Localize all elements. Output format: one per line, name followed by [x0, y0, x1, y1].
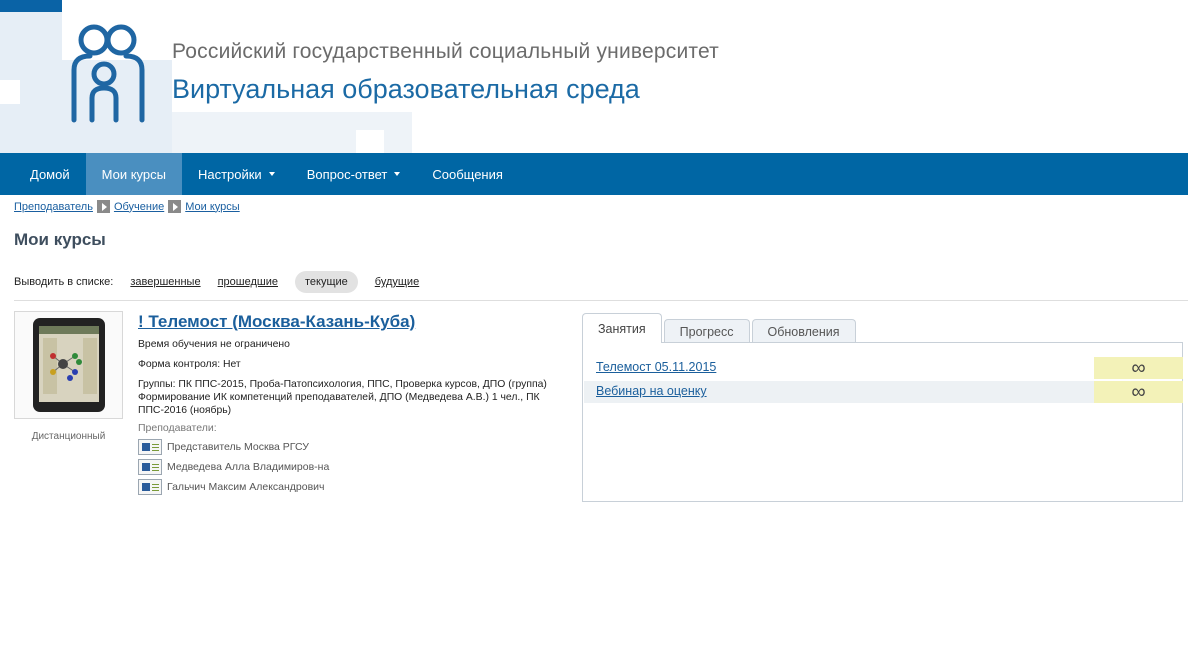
breadcrumb-arrow-icon	[168, 200, 182, 213]
nav-home[interactable]: Домой	[14, 153, 86, 195]
lesson-link[interactable]: Телемост 05.11.2015	[596, 360, 716, 374]
chevron-down-icon	[268, 172, 275, 176]
tab-updates[interactable]: Обновления	[751, 319, 856, 343]
vcard-icon	[138, 459, 162, 475]
lessons-panel: Телемост 05.11.2015 ∞ Вебинар на оценку …	[582, 342, 1183, 502]
lesson-row: Телемост 05.11.2015 ∞	[584, 357, 1183, 379]
breadcrumb-arrow-icon	[96, 200, 110, 213]
breadcrumb-my-courses[interactable]: Мои курсы	[185, 201, 239, 213]
filter-label: Выводить в списке:	[14, 276, 114, 288]
tab-progress[interactable]: Прогресс	[663, 319, 750, 343]
course-duration: Время обучения не ограничено	[138, 339, 290, 350]
course-control-form: Форма контроля: Нет	[138, 359, 241, 370]
university-name: Российский государственный социальный ун…	[172, 40, 719, 63]
nav-faq-label: Вопрос-ответ	[306, 166, 388, 182]
lesson-score: ∞	[1094, 357, 1183, 379]
course-title-link[interactable]: ! Телемост (Москва-Казань-Куба)	[138, 312, 415, 332]
main-nav: Домой Мои курсы Настройки Вопрос-ответ С…	[0, 153, 1188, 195]
header-bg-block	[356, 130, 384, 153]
university-logo-icon	[71, 24, 145, 123]
course-tabs: Занятия Прогресс Обновления	[582, 313, 858, 343]
page-title: Мои курсы	[14, 230, 106, 249]
vcard-icon	[138, 479, 162, 495]
header-accent	[0, 0, 62, 12]
header-bg-block	[0, 80, 20, 104]
tablet-screen	[39, 326, 99, 402]
breadcrumb-teacher[interactable]: Преподаватель	[14, 201, 93, 213]
nav-messages[interactable]: Сообщения	[416, 153, 519, 195]
course-filter: Выводить в списке: завершенные прошедшие…	[14, 270, 436, 294]
lesson-row: Вебинар на оценку ∞	[584, 381, 1183, 403]
tab-lessons[interactable]: Занятия	[582, 313, 662, 343]
teacher-name: Представитель Москва РГСУ	[167, 441, 309, 453]
filter-past[interactable]: прошедшие	[218, 276, 278, 288]
teacher-item[interactable]: Медведева Алла Владимиров-на	[138, 459, 329, 475]
filter-current[interactable]: текущие	[294, 271, 358, 293]
vcard-icon	[138, 439, 162, 455]
nav-settings-label: Настройки	[197, 166, 262, 182]
nav-settings[interactable]: Настройки	[182, 153, 291, 195]
course-thumbnail[interactable]	[14, 311, 123, 419]
teacher-item[interactable]: Гальчич Максим Александрович	[138, 479, 325, 495]
divider	[14, 300, 1188, 301]
nav-faq[interactable]: Вопрос-ответ	[291, 153, 417, 195]
breadcrumb-learning[interactable]: Обучение	[114, 201, 164, 213]
teacher-item[interactable]: Представитель Москва РГСУ	[138, 439, 309, 455]
nav-my-courses[interactable]: Мои курсы	[85, 153, 182, 195]
chevron-down-icon	[394, 172, 401, 176]
teachers-label: Преподаватели:	[138, 422, 217, 434]
tablet-image	[33, 318, 105, 412]
mindmap-image-icon	[39, 326, 99, 394]
lesson-link[interactable]: Вебинар на оценку	[596, 384, 707, 398]
teacher-name: Медведева Алла Владимиров-на	[167, 461, 330, 473]
teacher-name: Гальчич Максим Александрович	[167, 481, 325, 493]
filter-future[interactable]: будущие	[375, 276, 419, 288]
lesson-score: ∞	[1094, 381, 1183, 403]
filter-completed[interactable]: завершенные	[130, 276, 200, 288]
course-type-caption: Дистанционный	[31, 431, 106, 442]
course-groups: Группы: ПК ППС-2015, Проба-Патопсихологи…	[138, 379, 547, 416]
site-header: Российский государственный социальный ун…	[0, 0, 1188, 153]
environment-name: Виртуальная образовательная среда	[172, 74, 640, 104]
breadcrumb: Преподаватель Обучение Мои курсы	[14, 200, 240, 213]
